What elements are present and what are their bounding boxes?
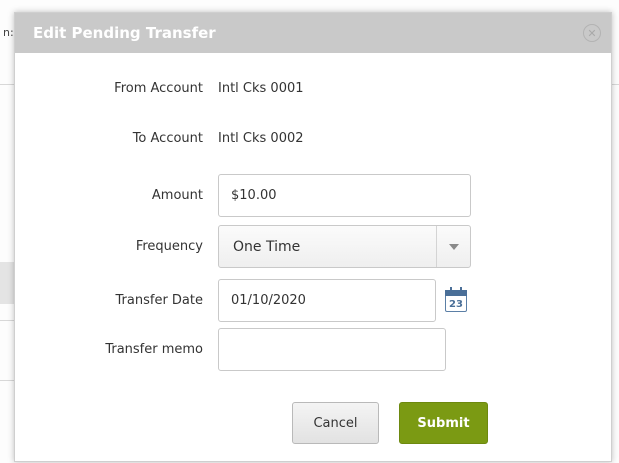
- background-row: [0, 262, 14, 304]
- close-icon[interactable]: ✕: [583, 24, 601, 42]
- background-text-fragment: n:: [3, 26, 14, 39]
- to-account-row: To Account Intl Cks 0002: [15, 121, 304, 155]
- edit-transfer-dialog: Edit Pending Transfer ✕ From Account Int…: [14, 12, 612, 462]
- calendar-icon[interactable]: 23: [445, 286, 467, 312]
- chevron-down-icon[interactable]: [436, 226, 470, 267]
- background-divider: [612, 84, 619, 85]
- transfer-date-label: Transfer Date: [115, 293, 203, 308]
- amount-input[interactable]: $10.00: [218, 174, 471, 217]
- to-account-label: To Account: [132, 130, 203, 146]
- from-account-row: From Account Intl Cks 0001: [15, 71, 304, 105]
- transfer-date-row: Transfer Date 01/10/2020 23: [15, 279, 467, 322]
- from-account-value: Intl Cks 0001: [218, 80, 304, 96]
- transfer-date-input[interactable]: 01/10/2020: [218, 279, 436, 322]
- transfer-memo-row: Transfer memo: [15, 328, 446, 371]
- amount-label: Amount: [151, 188, 203, 203]
- background-divider: [0, 380, 14, 381]
- transfer-memo-input[interactable]: [218, 328, 446, 371]
- background-divider: [0, 84, 14, 85]
- background-divider: [0, 320, 14, 321]
- frequency-row: Frequency One Time: [15, 225, 471, 268]
- frequency-selected-value: One Time: [233, 238, 301, 255]
- cancel-button[interactable]: Cancel: [292, 402, 379, 444]
- transfer-memo-label: Transfer memo: [105, 342, 203, 357]
- calendar-day: 23: [449, 298, 463, 310]
- dialog-header: Edit Pending Transfer ✕: [15, 13, 611, 53]
- from-account-label: From Account: [114, 80, 203, 96]
- submit-button[interactable]: Submit: [399, 402, 488, 444]
- frequency-label: Frequency: [135, 239, 203, 254]
- amount-row: Amount $10.00: [15, 174, 471, 217]
- to-account-value: Intl Cks 0002: [218, 130, 304, 146]
- frequency-select[interactable]: One Time: [218, 225, 471, 268]
- dialog-title: Edit Pending Transfer: [33, 24, 216, 42]
